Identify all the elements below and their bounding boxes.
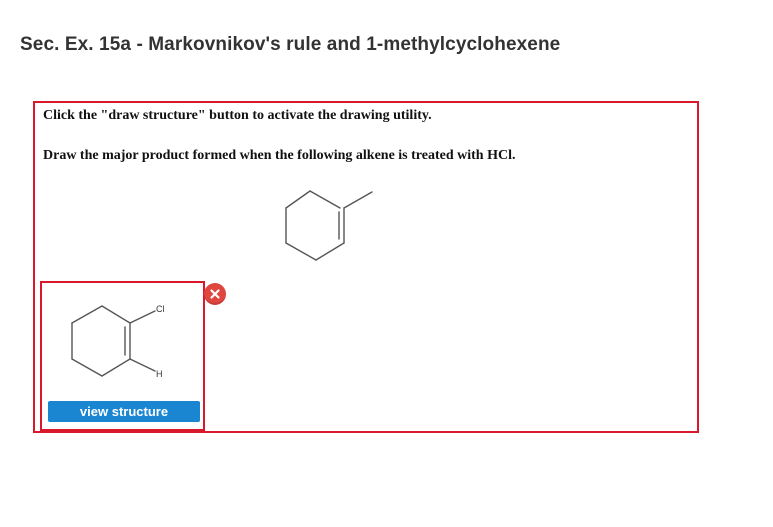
reactant-methyl-bond (343, 191, 373, 209)
reactant-bond (285, 190, 311, 209)
view-structure-button[interactable]: view structure (48, 401, 200, 422)
instruction-major-product: Draw the major product formed when the f… (43, 148, 516, 163)
product-structure: Cl H (71, 304, 165, 377)
page-title: Sec. Ex. 15a - Markovnikov's rule and 1-… (20, 34, 561, 55)
product-bond (101, 358, 131, 377)
product-h-bond (129, 358, 156, 372)
close-icon (210, 289, 220, 299)
answer-panel[interactable]: Cl H view structure (40, 281, 205, 431)
product-bond (101, 305, 131, 324)
reactant-bond (309, 190, 341, 209)
chlorine-label: Cl (156, 304, 165, 314)
product-bond (71, 358, 103, 377)
remove-answer-button[interactable] (204, 283, 226, 305)
question-panel: Click the "draw structure" button to act… (33, 101, 699, 433)
reactant-bond (285, 242, 317, 261)
reactant-structure (285, 190, 373, 261)
instruction-draw-button: Click the "draw structure" button to act… (43, 108, 432, 123)
hydrogen-label: H (156, 369, 163, 377)
reactant-bond (315, 242, 345, 261)
product-cl-bond (129, 310, 156, 324)
product-bond (71, 305, 103, 324)
